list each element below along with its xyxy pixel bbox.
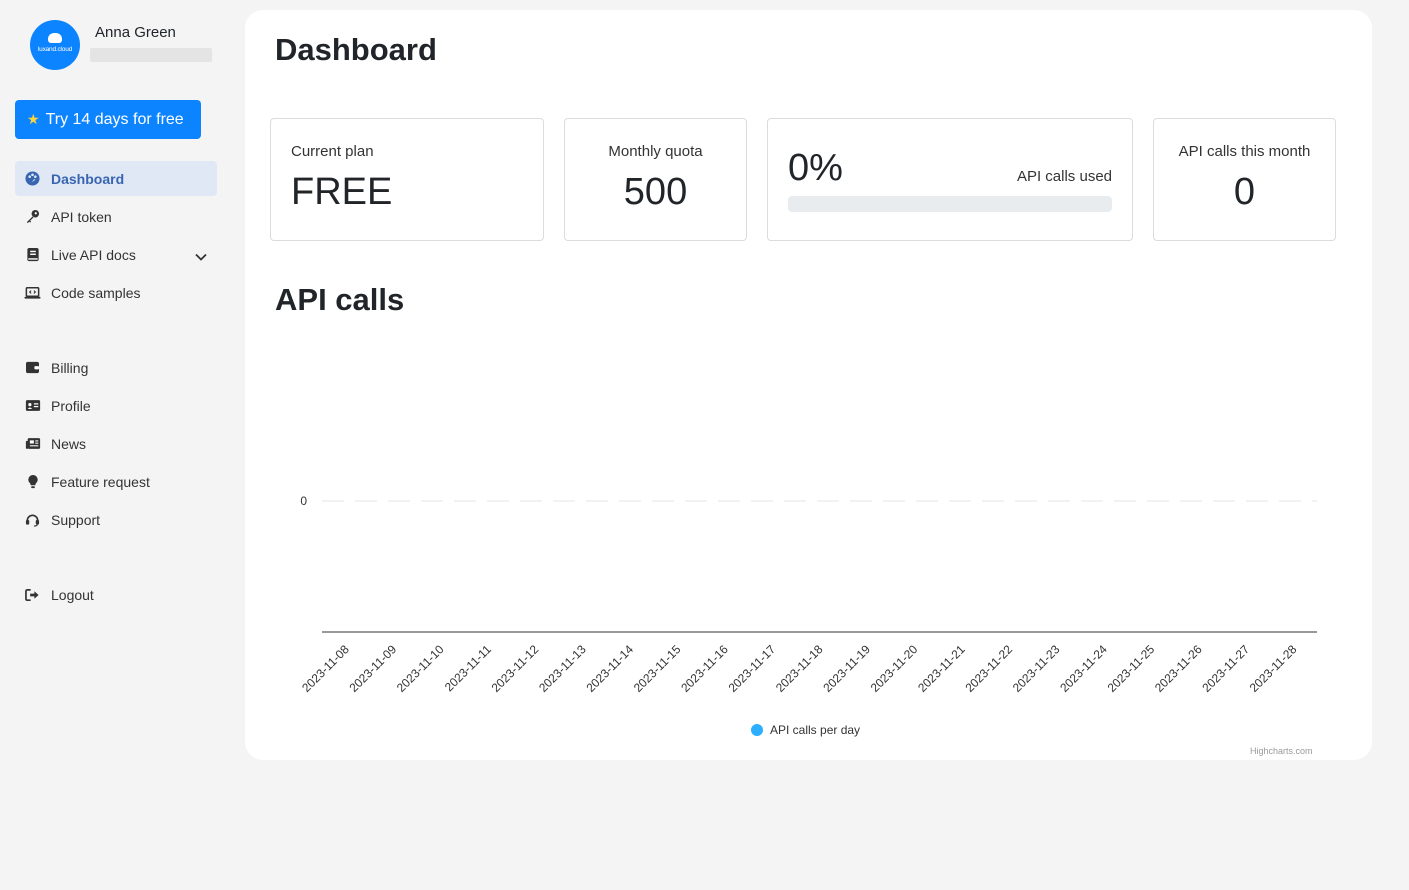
legend-label[interactable]: API calls per day: [770, 723, 860, 737]
sidebar-item-feature-request[interactable]: Feature request: [15, 464, 217, 499]
sidebar-item-label: Code samples: [51, 284, 141, 301]
newspaper-icon: [24, 435, 41, 452]
sidebar-item-api-token[interactable]: API token: [15, 199, 217, 234]
x-tick-label: 2023-11-11: [442, 642, 494, 694]
sidebar-item-logout[interactable]: Logout: [15, 577, 217, 612]
user-name: Anna Green: [95, 24, 176, 41]
avatar[interactable]: luxand.cloud: [30, 20, 80, 70]
sidebar-item-label: News: [51, 435, 87, 452]
sidebar-item-label: Profile: [51, 397, 91, 414]
brand-logo-text: luxand.cloud: [37, 46, 73, 53]
x-tick-label: 2023-11-12: [489, 642, 542, 695]
x-tick-label: 2023-11-08: [299, 642, 352, 695]
laptop-code-icon: [24, 284, 41, 301]
sidebar-item-news[interactable]: News: [15, 426, 217, 461]
user-email-redacted: [90, 48, 212, 62]
x-tick-label: 2023-11-18: [773, 642, 826, 695]
sidebar-item-label: Dashboard: [51, 170, 125, 187]
try-free-label: Try 14 days for free: [45, 110, 184, 128]
x-tick-label: 2023-11-21: [915, 642, 968, 695]
book-icon: [24, 246, 41, 263]
chevron-down-icon[interactable]: [195, 248, 207, 264]
sidebar-item-billing[interactable]: Billing: [15, 350, 217, 385]
x-tick-label: 2023-11-14: [583, 642, 636, 695]
id-card-icon: [24, 397, 41, 414]
sidebar-item-dashboard[interactable]: Dashboard: [15, 161, 217, 196]
sidebar-item-code-samples[interactable]: Code samples: [15, 275, 217, 310]
user-profile: luxand.cloud Anna Green: [30, 20, 220, 72]
x-tick-label: 2023-11-26: [1152, 642, 1205, 695]
x-tick-label: 2023-11-27: [1199, 642, 1252, 695]
y-tick-label: 0: [300, 494, 307, 508]
star-icon: ★: [27, 111, 40, 127]
lightbulb-icon: [24, 473, 41, 490]
api-calls-chart: 02023-11-082023-11-092023-11-102023-11-1…: [299, 494, 1317, 695]
palette-icon: [24, 170, 41, 187]
x-tick-label: 2023-11-17: [726, 642, 779, 695]
x-tick-label: 2023-11-15: [631, 642, 684, 695]
sidebar-item-live-api-docs[interactable]: Live API docs: [15, 237, 217, 272]
legend-marker: [751, 724, 763, 736]
sign-out-icon: [24, 586, 41, 603]
x-tick-label: 2023-11-19: [820, 642, 873, 695]
sidebar-item-label: Support: [51, 511, 101, 528]
sidebar-item-profile[interactable]: Profile: [15, 388, 217, 423]
sidebar-item-label: Live API docs: [51, 246, 136, 263]
headset-icon: [24, 511, 41, 528]
sidebar: luxand.cloud Anna Green ★ Try 14 days fo…: [0, 0, 232, 890]
x-tick-label: 2023-11-16: [678, 642, 731, 695]
sidebar-item-support[interactable]: Support: [15, 502, 217, 537]
key-icon: [24, 208, 41, 225]
wallet-icon: [24, 359, 41, 376]
x-tick-label: 2023-11-23: [1010, 642, 1063, 695]
sidebar-item-label: API token: [51, 208, 112, 225]
sidebar-item-label: Billing: [51, 359, 89, 376]
sidebar-item-label: Logout: [51, 586, 94, 603]
cloud-icon: [48, 33, 62, 43]
sidebar-item-label: Feature request: [51, 473, 150, 490]
x-tick-label: 2023-11-25: [1105, 642, 1158, 695]
x-tick-label: 2023-11-28: [1247, 642, 1300, 695]
main-panel: Dashboard Current plan FREE Monthly quot…: [245, 10, 1372, 760]
x-tick-label: 2023-11-13: [536, 642, 589, 695]
x-tick-label: 2023-11-09: [347, 642, 400, 695]
x-tick-label: 2023-11-20: [868, 642, 921, 695]
x-tick-label: 2023-11-10: [394, 642, 447, 695]
x-tick-label: 2023-11-22: [962, 642, 1015, 695]
try-free-button[interactable]: ★ Try 14 days for free: [15, 100, 201, 139]
x-tick-label: 2023-11-24: [1057, 642, 1110, 695]
chart-credits[interactable]: Highcharts.com: [1250, 746, 1313, 756]
